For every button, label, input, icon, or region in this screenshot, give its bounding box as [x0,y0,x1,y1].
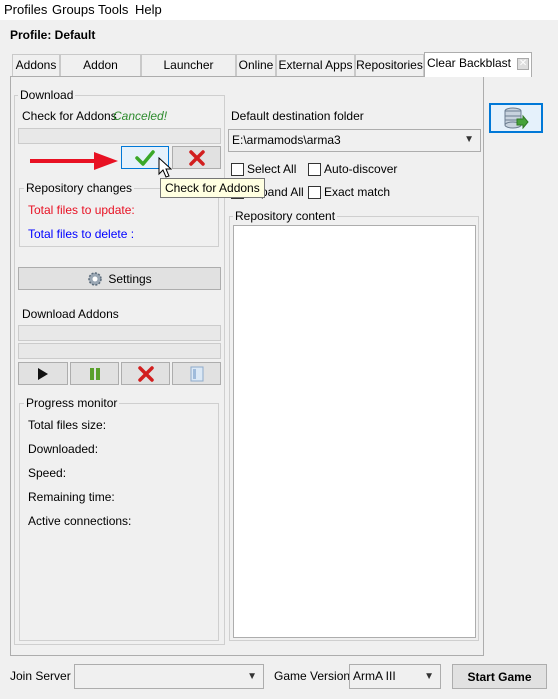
profile-title: Profile: Default [10,28,96,42]
tab-addons[interactable]: Addons [12,54,60,76]
close-tab-icon[interactable]: ✕ [517,57,530,70]
menu-groups[interactable]: Groups [52,2,95,17]
auto-discover-checkbox[interactable] [308,163,321,176]
download-group-title: Download [18,88,76,102]
remaining-time-label: Remaining time: [28,490,115,504]
downloaded-label: Downloaded: [28,442,99,456]
red-x-icon [188,149,205,166]
check-progress-bar [18,128,221,144]
auto-discover-label: Auto-discover [324,162,398,176]
join-server-label: Join Server [10,669,71,683]
play-icon [38,367,48,380]
tab-launcher-options[interactable]: Launcher Options [141,54,236,92]
game-version-select[interactable]: ArmA III ▼ [349,664,441,689]
checkmark-icon [135,149,155,166]
check-for-addons-label: Check for Addons [22,109,117,123]
speed-label: Speed: [28,466,67,480]
tab-external-apps[interactable]: External Apps [276,54,355,76]
join-server-select[interactable]: ▼ [74,664,264,689]
repository-content-tree[interactable] [233,225,476,638]
report-button[interactable] [172,362,221,385]
menu-tools[interactable]: Tools [98,2,128,17]
download-addons-label: Download Addons [22,307,119,321]
mouse-cursor-icon [158,157,172,178]
download-progress-bar-1 [18,325,221,341]
destination-folder-value: E:\armamods\arma3 [232,133,341,147]
destination-folder-label: Default destination folder [231,109,364,123]
cancel-check-button[interactable] [172,146,221,169]
database-arrow-icon [504,107,529,129]
menu-help[interactable]: Help [135,2,162,17]
destination-folder-select[interactable]: E:\armamods\arma3 ▼ [228,129,481,152]
files-to-update-label: Total files to update: [28,203,135,217]
repository-content-title: Repository content [233,209,338,223]
document-icon [190,366,203,381]
pause-download-button[interactable] [70,362,119,385]
chevron-down-icon: ▼ [464,134,474,145]
game-version-value: ArmA III [353,669,396,683]
game-version-label: Game Version [274,669,351,683]
download-progress-bar-2 [18,343,221,359]
chevron-down-icon: ▼ [247,671,257,682]
menu-profiles[interactable]: Profiles [4,2,47,17]
repository-changes-title: Repository changes [24,181,135,195]
chevron-down-icon: ▼ [424,671,434,682]
select-all-checkbox[interactable] [231,163,244,176]
tab-clear-backblast-label: Clear Backblast [426,56,512,70]
select-all-label: Select All [247,162,297,176]
exact-match-label: Exact match [324,185,391,199]
tab-addon-options[interactable]: Addon Options [60,54,141,92]
tab-repositories[interactable]: Repositories [355,54,424,76]
tab-online[interactable]: Online [236,54,276,76]
check-status-text: Canceled! [113,109,168,123]
total-files-size-label: Total files size: [28,418,107,432]
start-download-button[interactable] [18,362,68,385]
pause-icon [89,367,100,380]
tab-clear-backblast[interactable]: Clear Backblast ✕ [424,52,532,77]
exact-match-checkbox[interactable] [308,186,321,199]
cancel-download-button[interactable] [121,362,170,385]
active-connections-label: Active connections: [28,514,132,528]
settings-label: Settings [108,271,152,286]
red-arrow-annotation [30,152,118,170]
gear-icon [88,271,103,286]
start-game-button[interactable]: Start Game [452,664,547,689]
tooltip: Check for Addons [160,178,265,198]
menu-bar: Profiles Groups Tools Help [0,0,558,20]
progress-monitor-title: Progress monitor [24,396,120,410]
settings-button[interactable]: Settings [18,267,221,290]
sync-repository-button[interactable] [489,103,543,133]
files-to-delete-label: Total files to delete : [28,227,135,241]
red-x-icon [137,365,154,382]
